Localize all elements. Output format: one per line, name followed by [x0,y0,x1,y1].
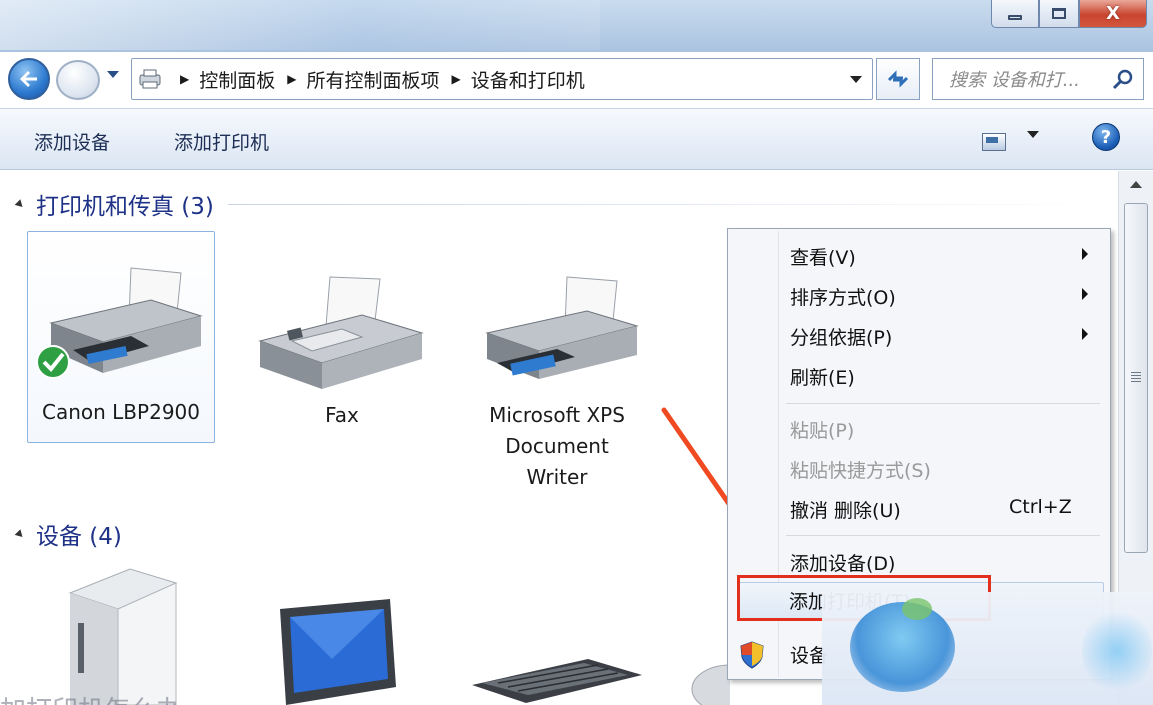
breadcrumb-separator-icon[interactable]: ▶ [180,72,189,86]
recent-pages-dropdown-icon[interactable] [107,71,119,78]
collapse-icon[interactable] [14,198,26,210]
printer-icon [36,267,203,379]
close-button[interactable]: X [1079,0,1147,28]
menu-item-view[interactable]: 查看(V) [790,243,856,270]
breadcrumb-devices-printers[interactable]: 设备和打印机 [471,66,585,93]
breadcrumb-separator-icon[interactable]: ▶ [452,72,461,86]
breadcrumb-separator-icon[interactable]: ▶ [287,72,296,86]
menu-item-paste-shortcut[interactable]: 粘贴快捷方式(S) [790,456,931,483]
device-name: Canon LBP2900 [42,400,200,424]
change-view-icon[interactable] [982,133,1006,151]
breadcrumb-all-items[interactable]: 所有控制面板项 [306,66,439,93]
menu-separator [786,535,1100,536]
back-button[interactable] [8,58,50,100]
device-name-line: Document [505,434,609,458]
search-placeholder: 搜索 设备和打... [949,70,1080,91]
collapse-icon[interactable] [14,528,26,540]
scroll-up-arrow-icon[interactable] [1130,181,1142,188]
minimize-button[interactable] [991,0,1039,28]
submenu-arrow-icon [1082,288,1088,300]
add-device-button[interactable]: 添加设备 [34,128,110,155]
printers-group-title: 打印机和传真 (3) [36,194,214,220]
device-name-line: Writer [526,465,588,489]
menu-item-paste[interactable]: 粘贴(P) [790,416,854,443]
minimize-icon [1008,15,1022,20]
submenu-arrow-icon [1082,248,1088,260]
control-panel-icon [132,59,168,99]
titlebar-glass [0,0,600,50]
scroll-grip-icon [1131,372,1141,382]
printer-icon [485,276,639,379]
view-options-dropdown-icon[interactable] [1027,131,1039,138]
search-icon[interactable] [1111,68,1135,92]
search-input[interactable]: 搜索 设备和打... [932,58,1144,100]
command-bar: 添加设备 添加打印机 [0,108,1153,170]
menu-item-refresh[interactable]: 刷新(E) [790,363,855,390]
window-titlebar: X [0,0,1153,52]
mouse-icon[interactable] [690,649,730,705]
fax-icon [258,276,424,389]
menu-item-group-by[interactable]: 分组依据(P) [790,323,892,350]
watermark-logo [822,592,1153,705]
help-icon[interactable]: ? [1092,123,1120,151]
keyboard-icon[interactable] [468,655,644,705]
address-dropdown-icon[interactable] [850,76,862,83]
refresh-icon [887,70,909,88]
scroll-thumb[interactable] [1124,203,1148,553]
menu-item-sort-by[interactable]: 排序方式(O) [790,283,896,310]
add-printer-button[interactable]: 添加打印机 [174,128,269,155]
video-caption: 加打印机怎么办 [0,690,182,705]
window-controls: X [991,0,1147,30]
device-fax[interactable]: Fax [248,271,436,441]
breadcrumb-control-panel[interactable]: 控制面板 [199,66,275,93]
breadcrumb: ▶ 控制面板 ▶ 所有控制面板项 ▶ 设备和打印机 [168,66,585,93]
maximize-icon [1052,8,1066,19]
submenu-arrow-icon [1082,328,1088,340]
watermark-shape [902,598,932,620]
close-icon: X [1106,3,1120,24]
uac-shield-icon [740,641,764,669]
maximize-button[interactable] [1039,0,1079,28]
watermark-shape [1082,606,1152,696]
printers-group-header[interactable]: 打印机和传真 (3) [14,187,1111,221]
device-canon-lbp2900[interactable]: Canon LBP2900 [27,231,215,443]
computer-tower-icon[interactable] [60,563,180,705]
default-check-icon [36,345,70,379]
device-microsoft-xps-writer[interactable]: Microsoft XPS Document Writer [462,271,652,501]
menu-item-add-device[interactable]: 添加设备(D) [790,549,895,576]
watermark-shape [850,602,955,692]
back-arrow-icon [20,71,37,87]
device-name: Fax [325,403,359,427]
monitor-icon[interactable] [272,599,402,705]
menu-separator [786,403,1100,404]
group-divider [227,203,1111,205]
devices-group-title: 设备 (4) [36,524,122,550]
forward-button[interactable] [56,60,100,100]
device-name-line: Microsoft XPS [489,403,625,427]
menu-item-undo-delete[interactable]: 撤消 删除(U) [790,496,901,523]
menu-shortcut-undo: Ctrl+Z [1009,496,1072,518]
address-bar[interactable]: ▶ 控制面板 ▶ 所有控制面板项 ▶ 设备和打印机 [131,58,873,100]
refresh-button[interactable] [876,58,920,100]
